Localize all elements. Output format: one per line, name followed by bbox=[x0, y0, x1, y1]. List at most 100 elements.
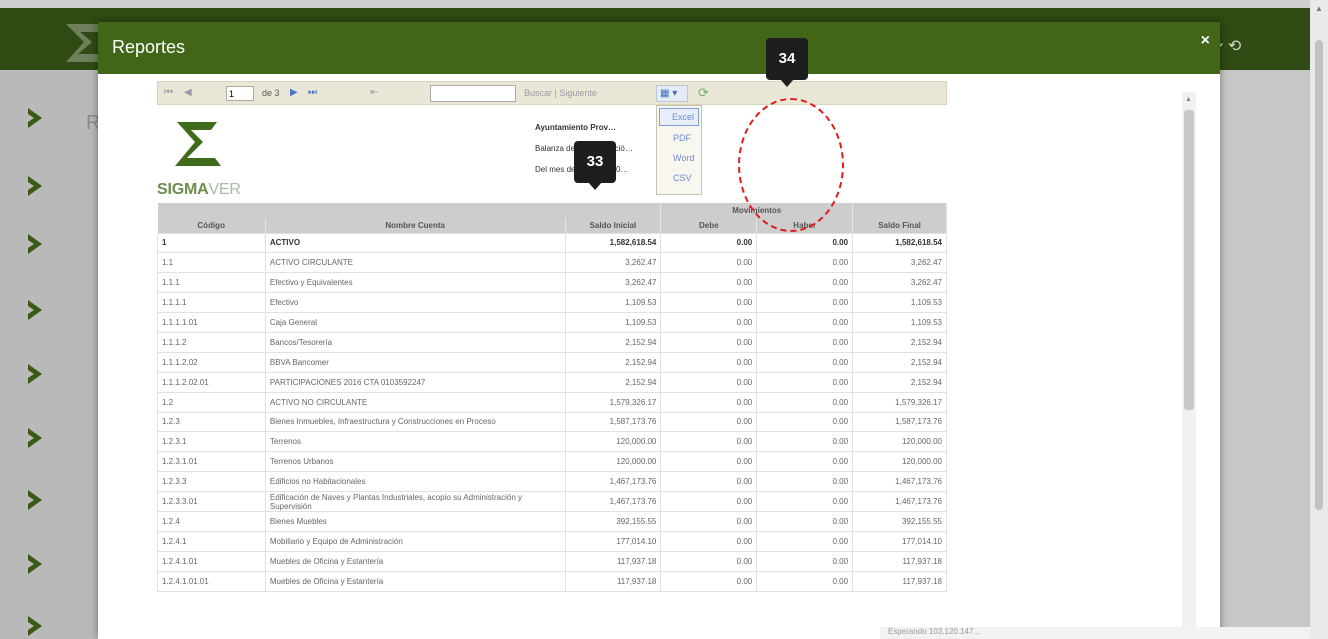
first-page-icon[interactable]: ⏮ bbox=[164, 87, 173, 98]
report-brand: SIGMAVER bbox=[157, 181, 241, 198]
report-toolbar: ⏮ ◀ de 3 ▶ ⏭ ⇤ Buscar | Siguiente ▦ ▾ ⟳ bbox=[157, 81, 947, 105]
table-cell: 2,152.94 bbox=[564, 331, 662, 353]
table-cell: 0.00 bbox=[660, 570, 758, 592]
report-entity: Ayuntamiento Prov… bbox=[535, 123, 617, 132]
table-row: 1.1.1.2 Bancos/Tesorería 2,152.94 0.00 0.00 2… bbox=[157, 331, 947, 353]
table-cell: 0.00 bbox=[756, 331, 854, 353]
table-cell: Edificación de Naves y Plantas Industria… bbox=[264, 491, 566, 512]
table-cell: 1.2.3 bbox=[157, 411, 266, 433]
table-cell: 0.00 bbox=[756, 431, 854, 453]
table-cell: Efectivo y Equivalentes bbox=[264, 272, 566, 294]
export-excel-option[interactable]: Excel bbox=[659, 108, 699, 126]
previous-page-icon[interactable]: ◀ bbox=[184, 87, 192, 98]
table-cell: 1,582,618.54 bbox=[564, 232, 662, 254]
table-cell: Bancos/Tesorería bbox=[264, 331, 566, 353]
table-cell: Terrenos Urbanos bbox=[264, 451, 566, 473]
scrollbar-thumb[interactable] bbox=[1315, 40, 1323, 510]
table-cell: 1.2.4 bbox=[157, 510, 266, 532]
scroll-up-icon[interactable]: ▲ bbox=[1185, 96, 1192, 103]
chevron-right-icon[interactable] bbox=[24, 106, 46, 130]
table-cell: Bienes Muebles bbox=[264, 510, 566, 532]
table-cell: 117,937.18 bbox=[564, 550, 662, 572]
table-cell: 1.2.3.1.01 bbox=[157, 451, 266, 473]
table-cell: 1.1 bbox=[157, 252, 266, 274]
table-cell: 1,109.53 bbox=[564, 312, 662, 333]
table-cell: 1.1.1.2.02 bbox=[157, 351, 266, 373]
table-cell: 0.00 bbox=[660, 491, 758, 512]
chevron-right-icon[interactable] bbox=[24, 488, 46, 512]
table-cell: 1,109.53 bbox=[852, 292, 947, 314]
table-cell: ACTIVO NO CIRCULANTE bbox=[264, 391, 566, 413]
table-row: 1.2.4.1 Mobiliario y Equipo de Administra… bbox=[157, 530, 947, 552]
table-cell: 0.00 bbox=[660, 510, 758, 532]
page-number-input[interactable] bbox=[226, 86, 254, 101]
export-pdf-option[interactable]: PDF bbox=[657, 128, 701, 148]
table-cell: 120,000.00 bbox=[564, 451, 662, 473]
back-icon[interactable]: ⇤ bbox=[370, 87, 378, 98]
table-cell: 0.00 bbox=[756, 451, 854, 473]
table-cell: 1,579,326.17 bbox=[564, 391, 662, 413]
table-cell: 1.1.1 bbox=[157, 272, 266, 294]
table-cell: 0.00 bbox=[660, 252, 758, 274]
table-cell: 1.2.3.3 bbox=[157, 471, 266, 493]
table-cell: 0.00 bbox=[756, 272, 854, 294]
table-cell: 2,152.94 bbox=[852, 351, 947, 373]
table-cell: 0.00 bbox=[660, 451, 758, 473]
table-cell: 392,155.55 bbox=[852, 510, 947, 532]
table-cell: 1,467,173.76 bbox=[852, 491, 947, 512]
scroll-up-icon[interactable]: ▲ bbox=[1315, 4, 1323, 13]
table-cell: PARTICIPACIONES 2016 CTA 0103592247 bbox=[264, 371, 566, 393]
table-cell: 1,109.53 bbox=[564, 292, 662, 314]
chevron-right-icon[interactable] bbox=[24, 298, 46, 322]
table-cell: 177,014.10 bbox=[852, 530, 947, 552]
table-cell: 2,152.94 bbox=[564, 371, 662, 393]
table-cell: 120,000.00 bbox=[564, 431, 662, 453]
table-cell: 3,262.47 bbox=[852, 272, 947, 294]
last-page-icon[interactable]: ⏭ bbox=[308, 87, 317, 98]
find-next-link[interactable]: Siguiente bbox=[559, 88, 597, 98]
table-cell: 0.00 bbox=[660, 471, 758, 493]
table-cell: BBVA Bancomer bbox=[264, 351, 566, 373]
table-cell: 1,467,173.76 bbox=[564, 491, 662, 512]
export-button[interactable]: ▦ ▾ bbox=[656, 85, 688, 102]
table-cell: 0.00 bbox=[756, 371, 854, 393]
table-cell: 0.00 bbox=[660, 530, 758, 552]
table-cell: 2,152.94 bbox=[852, 371, 947, 393]
table-cell: 1,579,326.17 bbox=[852, 391, 947, 413]
table-cell: 0.00 bbox=[756, 391, 854, 413]
refresh-icon[interactable]: ⟳ bbox=[698, 85, 709, 101]
next-page-icon[interactable]: ▶ bbox=[290, 87, 298, 98]
page-scrollbar[interactable]: ▲ bbox=[1310, 0, 1328, 639]
table-row: 1.2.4.1.01 Muebles de Oficina y Estanterí… bbox=[157, 550, 947, 572]
table-row: 1.2.4.1.01.01 Muebles de Oficina y Estant… bbox=[157, 570, 947, 592]
table-cell: 1,587,173.76 bbox=[852, 411, 947, 433]
table-row: 1.2.3 Bienes Inmuebles, Infraestructura y… bbox=[157, 411, 947, 433]
scrollbar-thumb[interactable] bbox=[1184, 110, 1194, 410]
table-row: 1.2 ACTIVO NO CIRCULANTE 1,579,326.17 0.00 0… bbox=[157, 391, 947, 413]
modal-scrollbar[interactable]: ▲ bbox=[1182, 92, 1196, 639]
modal-title: Reportes bbox=[112, 37, 186, 57]
table-row: 1.2.4 Bienes Muebles 392,155.55 0.00 0.00 392… bbox=[157, 510, 947, 532]
table-cell: 1.1.1.1 bbox=[157, 292, 266, 314]
table-cell: 1,582,618.54 bbox=[852, 232, 947, 254]
table-cell: Caja General bbox=[264, 312, 566, 333]
table-cell: 2,152.94 bbox=[852, 331, 947, 353]
table-cell: 1.2.4.1.01.01 bbox=[157, 570, 266, 592]
chevron-right-icon[interactable] bbox=[24, 232, 46, 256]
chevron-right-icon[interactable] bbox=[24, 552, 46, 576]
table-cell: 3,262.47 bbox=[852, 252, 947, 274]
table-cell: 1.1.1.1.01 bbox=[157, 312, 266, 333]
table-cell: 0.00 bbox=[660, 550, 758, 572]
search-input[interactable] bbox=[430, 85, 516, 102]
chevron-right-icon[interactable] bbox=[24, 614, 46, 638]
export-csv-option[interactable]: CSV bbox=[657, 168, 701, 188]
close-icon[interactable]: × bbox=[1201, 32, 1210, 50]
chevron-right-icon[interactable] bbox=[24, 362, 46, 386]
find-link[interactable]: Buscar bbox=[524, 88, 552, 98]
table-cell: 0.00 bbox=[660, 371, 758, 393]
table-cell: 1,467,173.76 bbox=[564, 471, 662, 493]
export-word-option[interactable]: Word bbox=[657, 148, 701, 168]
chevron-right-icon[interactable] bbox=[24, 426, 46, 450]
chevron-right-icon[interactable] bbox=[24, 174, 46, 198]
table-cell: 1.2 bbox=[157, 391, 266, 413]
